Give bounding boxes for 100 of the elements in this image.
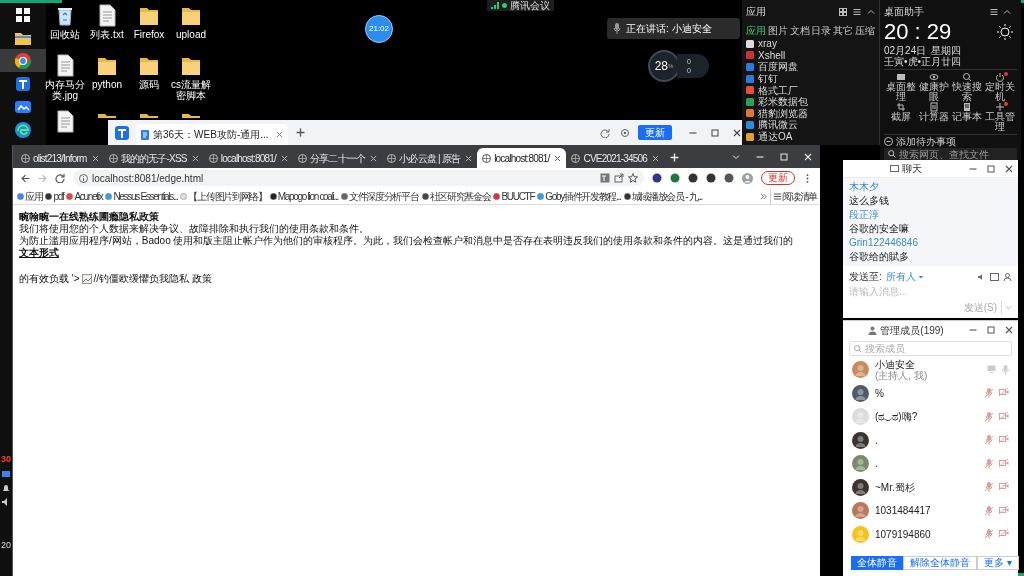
browser-tab[interactable]: localhost:8081/ <box>477 148 567 168</box>
bookmark-item[interactable]: Nessus Essentials... <box>105 188 178 204</box>
back-icon[interactable] <box>21 173 30 183</box>
app-list-item[interactable]: 猎豹浏览器 <box>746 107 875 120</box>
close-icon[interactable] <box>652 154 659 162</box>
bookmark-item[interactable]: Acunetix <box>66 188 103 204</box>
reload-icon[interactable] <box>55 173 65 183</box>
category-tab[interactable]: 其它 <box>833 23 854 38</box>
settings-icon[interactable] <box>620 127 630 138</box>
recipient-dropdown[interactable]: 所有人 <box>885 269 924 284</box>
menu-icon[interactable] <box>853 7 861 16</box>
bookmark-item[interactable]: 城域播放会员 - 九... <box>623 188 702 204</box>
meeting-action-button[interactable]: 解除全体静音 <box>903 556 977 570</box>
desktop-icon-label[interactable]: cs流量解密脚本 <box>170 79 212 101</box>
category-tab[interactable]: 应用 <box>746 23 766 38</box>
person-icon[interactable] <box>1003 272 1012 281</box>
desktop-icon-label[interactable]: python <box>86 79 128 90</box>
t-logo-icon[interactable] <box>114 124 130 141</box>
browser-tab[interactable]: CVE2021-34506 <box>566 148 664 168</box>
app-list-item[interactable]: 彩米数据包 <box>746 95 875 108</box>
category-tab[interactable]: 图片 <box>767 23 788 38</box>
collapse-icon[interactable] <box>1003 7 1011 16</box>
tool-button[interactable]: 健康护眼 <box>917 72 951 102</box>
maximize-icon[interactable] <box>987 164 995 173</box>
collapse-icon[interactable] <box>867 7 875 16</box>
category-tab[interactable]: 压缩 <box>855 23 875 38</box>
bookmark-item[interactable]: 文件深度分析平台 <box>340 188 419 204</box>
close-icon[interactable] <box>1005 326 1013 334</box>
browser-tab[interactable]: 分享二十一个 <box>293 148 383 168</box>
app-list-item[interactable]: 格式工厂 <box>746 84 875 96</box>
tool-icon <box>928 102 939 112</box>
bookmark-item[interactable]: BUUCTF <box>493 188 535 204</box>
grid-icon[interactable] <box>839 7 847 16</box>
profile-icon[interactable] <box>742 172 753 184</box>
maximize-icon[interactable] <box>987 326 995 334</box>
tab-search-icon[interactable] <box>732 153 740 161</box>
search-field[interactable]: 搜索网页、查找文件 <box>884 148 1017 160</box>
close-icon[interactable] <box>1005 164 1013 173</box>
desktop-icon-label[interactable]: 回收站 <box>44 29 86 40</box>
bookmark-item[interactable]: Goby插件开发教程... <box>537 188 621 204</box>
tool-button[interactable]: 快速搜索 <box>950 72 984 102</box>
desktop-icon-label[interactable]: upload <box>170 29 212 40</box>
browser-tab[interactable]: 小必云盘 | 原告 <box>382 148 478 168</box>
close-icon[interactable] <box>465 154 473 162</box>
taskbar-button[interactable] <box>0 49 46 72</box>
close-icon[interactable] <box>91 154 99 162</box>
desktop-icon-label[interactable]: 源码 <box>128 79 170 90</box>
close-icon[interactable] <box>733 128 741 137</box>
desktop-icon-label[interactable]: Firefox <box>128 29 170 40</box>
close-icon[interactable] <box>281 154 288 162</box>
close-icon[interactable] <box>191 154 199 162</box>
tool-button[interactable]: 记事本 <box>950 102 984 132</box>
share-icon[interactable] <box>614 173 624 183</box>
menu-icon[interactable] <box>990 7 998 16</box>
close-icon[interactable] <box>554 154 562 162</box>
address-bar[interactable]: localhost:8081/edge.html <box>73 170 644 186</box>
bookmark-star-icon[interactable] <box>628 173 638 183</box>
text-link[interactable]: 文本形式 <box>19 247 59 258</box>
new-tab-icon[interactable] <box>295 128 305 137</box>
bookmark-item[interactable]: Mapogo lion coali... <box>269 188 338 204</box>
update-button[interactable]: 更新 <box>638 125 672 140</box>
translate-icon[interactable] <box>600 173 610 183</box>
refresh-icon[interactable] <box>600 127 610 138</box>
tool-button[interactable]: 定时关机 <box>983 72 1017 102</box>
todo-button[interactable]: 添加待办事项 <box>884 134 1017 147</box>
close-icon[interactable] <box>370 154 378 162</box>
app-list-item[interactable]: 百度网盘 <box>746 61 875 73</box>
app-list-item[interactable]: 腾讯微云 <box>746 119 875 131</box>
tool-button[interactable]: 计算器 <box>917 102 951 132</box>
tool-button[interactable]: 桌面整理 <box>884 72 918 102</box>
app-list-item[interactable]: xray <box>746 38 875 50</box>
minimize-icon[interactable] <box>969 326 977 334</box>
desktop-icon-label[interactable]: 列表.txt <box>86 29 128 40</box>
close-icon[interactable] <box>275 131 283 138</box>
file-icon[interactable] <box>54 54 76 77</box>
bookmark-item[interactable]: 应用 <box>17 188 43 204</box>
tool-button[interactable]: 工具管理 <box>983 102 1017 132</box>
meeting-action-button[interactable]: 更多 ▾ <box>977 556 1019 570</box>
maximize-icon[interactable] <box>711 128 719 137</box>
browser-tab[interactable]: olist213/Inform <box>16 148 104 168</box>
bookmark-item[interactable]: pdf <box>45 188 64 204</box>
meeting-action-button[interactable]: 全体静音 <box>851 556 903 570</box>
more-bookmarks-icon[interactable] <box>760 192 768 200</box>
app-list-item[interactable]: 钉钉 <box>746 72 875 85</box>
bookmark-item[interactable]: 社区研究基金会 <box>421 188 491 204</box>
file-icon[interactable] <box>96 4 118 27</box>
minimize-icon[interactable] <box>756 153 764 161</box>
browser-tab[interactable]: 我的的无子-XSS <box>103 148 204 168</box>
image-icon[interactable] <box>990 272 999 281</box>
desktop-icon-label[interactable]: 内存马分类.jpg <box>44 79 86 101</box>
bookmark-item[interactable]: 【上传图片到网络】 <box>180 188 267 204</box>
file-icon[interactable] <box>54 110 76 133</box>
browser-tab[interactable]: localhost:8081/ <box>203 148 293 168</box>
category-tab[interactable]: 日录 <box>811 23 832 38</box>
app-list-item[interactable]: Xshell <box>746 49 875 62</box>
tool-button[interactable]: 截屏 <box>884 102 918 132</box>
app-tab[interactable]: 第36天：WEB攻防-通用... <box>136 124 288 145</box>
reading-list-button[interactable]: 阅读清单 <box>770 188 817 204</box>
app-list-item[interactable]: 通达OA <box>746 130 875 143</box>
category-tab[interactable]: 文档 <box>789 23 810 38</box>
